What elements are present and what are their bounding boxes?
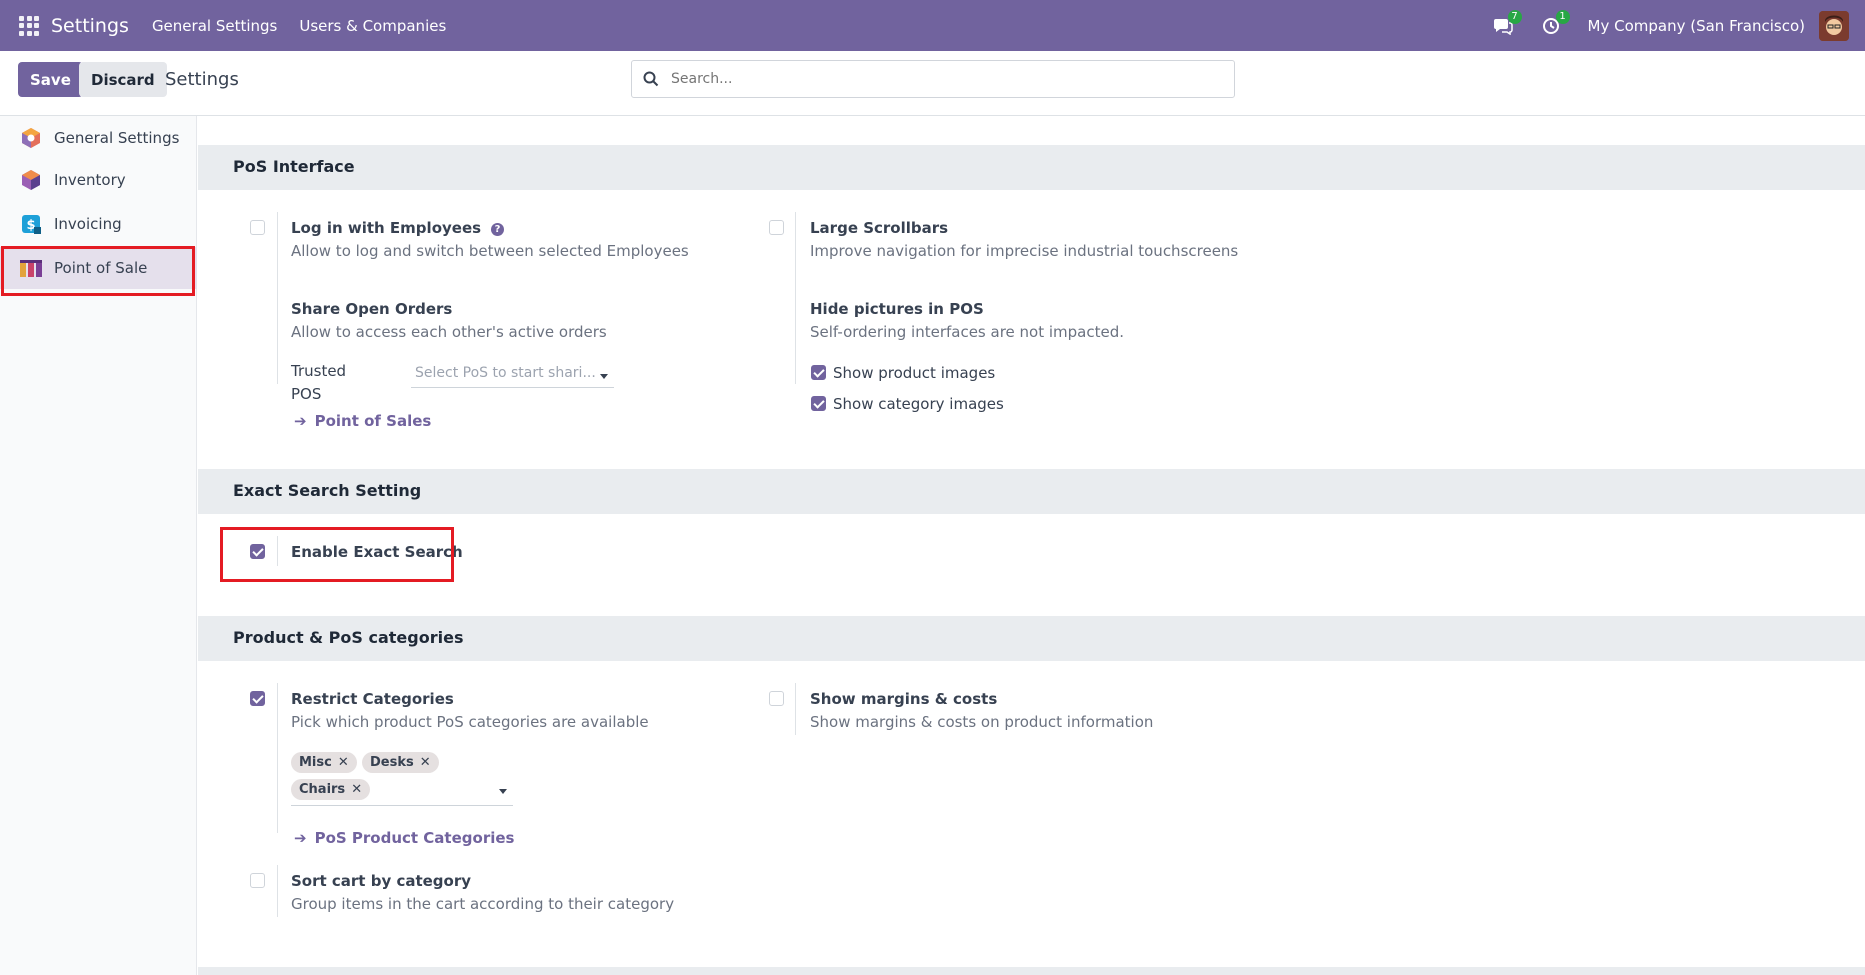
chevron-down-icon (499, 789, 507, 794)
select-placeholder: Select PoS to start shari... (415, 365, 596, 381)
show-category-images-checkbox[interactable] (811, 396, 826, 411)
section-title: Product & PoS categories (233, 628, 464, 647)
help-icon[interactable]: ? (491, 223, 505, 236)
hide-pictures-title: Hide pictures in POS (810, 300, 984, 318)
close-icon[interactable]: ✕ (338, 755, 349, 770)
sort-cart-title: Sort cart by category (291, 872, 472, 890)
setting-divider (277, 683, 278, 833)
arrow-right-icon: ➔ (294, 412, 307, 430)
section-categories: Product & PoS categories (198, 616, 1865, 661)
setting-divider (795, 212, 796, 384)
save-button[interactable]: Save (18, 62, 83, 97)
show-margins-checkbox[interactable] (769, 691, 784, 706)
restrict-categories-checkbox[interactable] (250, 691, 265, 706)
setting-divider (277, 212, 278, 384)
inventory-cube-icon (19, 168, 43, 192)
show-product-images-checkbox[interactable] (811, 365, 826, 380)
close-icon[interactable]: ✕ (420, 755, 431, 770)
show-margins-title: Show margins & costs (810, 690, 998, 708)
sidebar-item-invoicing[interactable]: $ Invoicing (0, 203, 197, 245)
large-scrollbars-checkbox[interactable] (769, 220, 784, 235)
activities-badge: 1 (1555, 9, 1570, 24)
restrict-categories-title: Restrict Categories (291, 690, 454, 708)
nav-users-companies[interactable]: Users & Companies (299, 17, 446, 35)
chevron-down-icon (600, 374, 608, 379)
section-pos-interface: PoS Interface (198, 145, 1865, 190)
sort-cart-desc: Group items in the cart according to the… (291, 895, 675, 913)
sidebar-item-label: Invoicing (54, 215, 122, 233)
search-input[interactable] (671, 71, 1211, 87)
setting-divider (795, 683, 796, 735)
section-title: Exact Search Setting (233, 481, 422, 500)
messages-button[interactable]: 7 (1490, 9, 1522, 39)
discard-button[interactable]: Discard (79, 62, 167, 97)
setting-divider (277, 865, 278, 917)
app-brand[interactable]: Settings (51, 15, 129, 37)
trusted-pos-label: Trusted POS (291, 362, 347, 403)
invoicing-dollar-icon: $ (19, 212, 43, 236)
control-panel: Save Discard Settings (0, 51, 1865, 116)
arrow-right-icon: ➔ (294, 829, 307, 847)
show-margins-desc: Show margins & costs on product informat… (810, 713, 1154, 731)
share-orders-title: Share Open Orders (291, 300, 453, 318)
sidebar-item-label: General Settings (54, 129, 180, 147)
category-tag[interactable]: Misc ✕ (291, 752, 357, 773)
share-orders-desc: Allow to access each other's active orde… (291, 323, 607, 341)
point-of-sales-link[interactable]: ➔ Point of Sales (294, 412, 431, 430)
show-product-images-label[interactable]: Show product images (833, 364, 995, 382)
section-next-partial (198, 967, 1865, 975)
settings-sidebar: General Settings Inventory $ Invoicing P… (0, 116, 197, 975)
highlight-box-sidebar (1, 246, 195, 296)
sidebar-item-inventory[interactable]: Inventory (0, 159, 197, 201)
highlight-box-exact-search (220, 527, 454, 582)
search-bar[interactable] (631, 60, 1235, 98)
messages-badge: 7 (1507, 9, 1522, 24)
categories-many2many-input[interactable] (291, 773, 513, 806)
trusted-pos-select[interactable]: Select PoS to start shari... (411, 361, 614, 388)
apps-menu-icon[interactable] (19, 15, 39, 36)
show-category-images-label[interactable]: Show category images (833, 395, 1004, 413)
company-switcher[interactable]: My Company (San Francisco) (1588, 17, 1805, 35)
login-employees-title: Log in with Employees? (291, 219, 505, 237)
large-scrollbars-title: Large Scrollbars (810, 219, 949, 237)
category-tag[interactable]: Desks ✕ (362, 752, 439, 773)
sort-cart-checkbox[interactable] (250, 873, 265, 888)
sidebar-item-general-settings[interactable]: General Settings (0, 117, 197, 159)
hide-pictures-desc: Self-ordering interfaces are not impacte… (810, 323, 1125, 341)
sidebar-item-label: Inventory (54, 171, 126, 189)
restrict-categories-desc: Pick which product PoS categories are av… (291, 713, 649, 731)
settings-content: PoS Interface Log in with Employees? All… (198, 116, 1865, 975)
login-employees-checkbox[interactable] (250, 220, 265, 235)
activities-button[interactable]: 1 (1538, 9, 1570, 39)
section-title: PoS Interface (233, 157, 355, 176)
page-title: Settings (165, 69, 239, 90)
top-navbar: Settings General Settings Users & Compan… (0, 0, 1865, 51)
search-icon (643, 71, 659, 87)
avatar-face-icon (1819, 10, 1849, 41)
large-scrollbars-desc: Improve navigation for imprecise industr… (810, 242, 1239, 260)
nav-general-settings[interactable]: General Settings (152, 17, 277, 35)
odoo-settings-icon (19, 126, 43, 150)
user-avatar[interactable] (1819, 10, 1849, 41)
section-exact-search: Exact Search Setting (198, 469, 1865, 514)
login-employees-desc: Allow to log and switch between selected… (291, 242, 689, 260)
pos-product-categories-link[interactable]: ➔ PoS Product Categories (294, 829, 514, 847)
